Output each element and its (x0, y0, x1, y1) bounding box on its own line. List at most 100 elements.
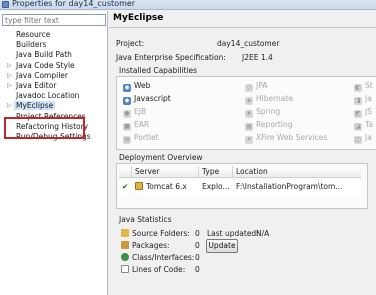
javascript-icon: ◆ (123, 97, 131, 105)
capability-ja-2[interactable]: ◫ Ja (354, 133, 372, 144)
portlet-icon: ▤ (123, 136, 131, 144)
sidebar-item-resource[interactable]: Resource (0, 30, 108, 40)
reporting-icon: ▦ (245, 123, 253, 131)
title-divider (109, 27, 376, 28)
sidebar-item-java-compiler[interactable]: ▷ Java Compiler (0, 71, 108, 81)
sidebar-item-label: Java Code Style (16, 60, 75, 70)
spec-value: J2EE 1.4 (242, 53, 273, 62)
check-icon: ✔ (122, 182, 129, 191)
web-icon: ◉ (123, 84, 131, 92)
classes-label: Class/Interfaces: (132, 253, 195, 262)
expand-arrow-icon[interactable]: ▷ (7, 71, 12, 81)
last-updated-label: Last updated: (207, 229, 259, 238)
capability-label: EJB (134, 107, 147, 116)
capability-label: JPA (256, 81, 268, 90)
sidebar-item-label: Builders (16, 40, 47, 50)
sidebar-item-javadoc-location[interactable]: Javadoc Location (0, 91, 108, 101)
sidebar-item-java-editor[interactable]: ▷ Java Editor (0, 81, 108, 91)
sidebar-item-myeclipse[interactable]: ▷ MyEclipse (0, 101, 108, 111)
capability-struts[interactable]: ◧ St (354, 81, 373, 92)
properties-icon (2, 1, 9, 8)
folder-icon (121, 229, 129, 237)
capability-web[interactable]: ◉ Web (123, 81, 151, 92)
sidebar-item-java-build-path[interactable]: Java Build Path (0, 50, 108, 60)
java-icon: ◫ (354, 136, 362, 144)
class-icon (121, 253, 129, 261)
window-titlebar: Properties for day14_customer (0, 0, 376, 10)
capability-label: Web (134, 81, 151, 90)
statistics-label: Java Statistics (119, 215, 172, 224)
highlight-annotation (4, 117, 85, 139)
capability-label: JS (365, 107, 372, 116)
capability-label: Portlet (134, 133, 159, 142)
capability-ejb[interactable]: ● EJB (123, 107, 147, 118)
lines-value: 0 (195, 265, 200, 274)
jsf-icon: ◨ (354, 97, 362, 105)
spec-label: Java Enterprise Specification: (116, 53, 226, 62)
capability-label: EAR (134, 120, 150, 129)
location-cell: F:\InstallationProgram\tom... (236, 182, 343, 191)
column-header-location[interactable]: Location (233, 166, 361, 178)
sidebar: Resource Builders Java Build Path ▷ Java … (0, 11, 108, 295)
page-title: MyEclipse (113, 13, 164, 23)
type-cell: Explo... (202, 182, 230, 191)
capability-label: Hibernate (256, 94, 293, 103)
sidebar-item-label: MyEclipse (14, 101, 56, 111)
sidebar-item-label: Resource (16, 30, 51, 39)
update-button[interactable]: Update (206, 239, 238, 253)
capability-label: Spring (256, 107, 281, 116)
capabilities-group: ◉ Web ◆ Javascript ● EJB ■ EAR ▤ Portlet ◇ JPA… (116, 76, 376, 150)
capability-label: Ja (365, 133, 372, 142)
ejb-icon: ● (123, 110, 131, 118)
capability-spring[interactable]: ❀ Spring (245, 107, 281, 118)
jpa-icon: ◇ (245, 84, 253, 92)
expand-arrow-icon[interactable]: ▷ (7, 81, 12, 91)
capability-reporting[interactable]: ▦ Reporting (245, 120, 292, 131)
server-cell: Tomcat 6.x (132, 180, 199, 194)
deployment-table: Server Type Location ✔ Tomcat 6.x Explo.… (116, 163, 368, 209)
properties-page: MyEclipse Project: day14_customer Java E… (109, 11, 376, 295)
deployment-label: Deployment Overview (119, 153, 203, 162)
capabilities-label: Installed Capabilities (119, 66, 198, 75)
tapestry-icon: ◪ (354, 123, 362, 131)
table-row[interactable]: ✔ Tomcat 6.x Explo... F:\InstallationPro… (119, 180, 361, 194)
project-value: day14_customer (217, 39, 280, 48)
lines-stat: Lines of Code: (121, 264, 185, 275)
capability-xfire[interactable]: ✦ XFire Web Services (245, 133, 328, 144)
last-updated-value: N/A (256, 229, 270, 238)
sidebar-item-label: Java Build Path (16, 50, 72, 60)
column-header-blank (119, 166, 132, 178)
source-folders-label: Source Folders: (132, 229, 190, 238)
capability-ta[interactable]: ◪ Ta (354, 120, 373, 131)
expand-arrow-icon[interactable]: ▷ (7, 101, 12, 111)
column-header-type[interactable]: Type (199, 166, 233, 178)
capability-javascript[interactable]: ◆ Javascript (123, 94, 171, 105)
capability-hibernate[interactable]: ◈ Hibernate (245, 94, 293, 105)
capability-label: Javascript (134, 94, 171, 103)
capability-ja-1[interactable]: ◨ Ja (354, 94, 372, 105)
project-label: Project: (116, 39, 145, 48)
capability-jpa[interactable]: ◇ JPA (245, 81, 268, 92)
lines-label: Lines of Code: (132, 265, 186, 274)
sidebar-item-builders[interactable]: Builders (0, 40, 108, 50)
spring-icon: ❀ (245, 110, 253, 118)
capability-portlet[interactable]: ▤ Portlet (123, 133, 159, 144)
window-title: Properties for day14_customer (12, 0, 136, 8)
file-icon (121, 265, 129, 273)
capability-js[interactable]: ◩ JS (354, 107, 372, 118)
struts-icon: ◧ (354, 84, 362, 92)
packages-stat: Packages: (121, 240, 170, 251)
deployment-table-header: Server Type Location (119, 166, 361, 178)
sidebar-item-label: Java Editor (16, 80, 57, 90)
capability-label: XFire Web Services (256, 133, 328, 142)
capability-label: Ta (365, 120, 373, 129)
expand-arrow-icon[interactable]: ▷ (7, 61, 12, 71)
sidebar-item-label: Javadoc Location (16, 91, 80, 101)
sidebar-item-java-code-style[interactable]: ▷ Java Code Style (0, 61, 108, 71)
hibernate-icon: ◈ (245, 97, 253, 105)
xfire-icon: ✦ (245, 136, 253, 144)
filter-input[interactable] (2, 14, 106, 26)
column-header-server[interactable]: Server (132, 166, 199, 178)
source-folders-stat: Source Folders: (121, 228, 190, 239)
capability-ear[interactable]: ■ EAR (123, 120, 150, 131)
